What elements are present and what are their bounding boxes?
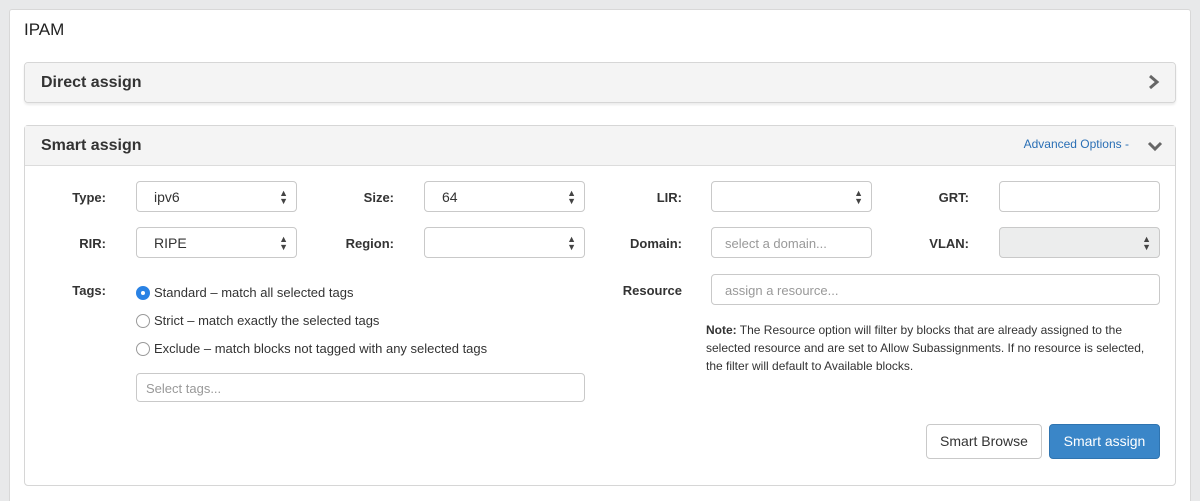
tags-label: Tags: — [72, 283, 106, 298]
rir-label: RIR: — [79, 236, 106, 251]
lir-select[interactable]: ▲ ▼ — [711, 181, 872, 212]
grt-input[interactable] — [999, 181, 1160, 212]
smart-assign-header[interactable]: Smart assign Advanced Options - — [25, 126, 1175, 166]
size-value: 64 — [442, 189, 458, 205]
resource-input[interactable]: assign a resource... — [711, 274, 1160, 305]
updown-arrows-icon: ▲ ▼ — [567, 188, 576, 206]
updown-arrows-icon: ▲ ▼ — [279, 188, 288, 206]
rir-select[interactable]: RIPE ▲ ▼ — [136, 227, 297, 258]
tag-mode-strict-label: Strict – match exactly the selected tags — [154, 313, 380, 328]
vlan-label: VLAN: — [929, 236, 969, 251]
type-value: ipv6 — [154, 189, 180, 205]
tags-placeholder: Select tags... — [146, 381, 222, 396]
updown-arrows-icon: ▲ ▼ — [854, 188, 863, 206]
radio-icon[interactable] — [136, 342, 150, 356]
resource-note: Note: The Resource option will filter by… — [706, 321, 1156, 375]
type-label: Type: — [72, 190, 106, 205]
note-prefix: Note: — [706, 323, 737, 337]
radio-selected-icon[interactable] — [136, 286, 150, 300]
type-select[interactable]: ipv6 ▲ ▼ — [136, 181, 297, 212]
updown-arrows-icon: ▲ ▼ — [279, 234, 288, 252]
region-select[interactable]: ▲ ▼ — [424, 227, 585, 258]
resource-label: Resource — [622, 283, 682, 298]
smart-assign-title: Smart assign — [41, 137, 142, 154]
direct-assign-header[interactable]: Direct assign — [25, 63, 1175, 102]
chevron-down-icon[interactable] — [1147, 140, 1163, 152]
tag-mode-standard-label: Standard – match all selected tags — [154, 285, 354, 300]
advanced-options-link[interactable]: Advanced Options - — [1024, 137, 1129, 151]
resource-placeholder: assign a resource... — [725, 283, 839, 298]
vlan-select[interactable]: ▲ ▼ — [999, 227, 1160, 258]
lir-label: LIR: — [656, 190, 682, 205]
tag-mode-exclude-label: Exclude – match blocks not tagged with a… — [154, 341, 488, 356]
page-title: IPAM — [24, 20, 65, 39]
tag-mode-strict[interactable]: Strict – match exactly the selected tags — [136, 313, 379, 328]
rir-value: RIPE — [154, 235, 187, 251]
domain-input[interactable]: select a domain... — [711, 227, 872, 258]
domain-placeholder: select a domain... — [725, 236, 827, 251]
tag-mode-exclude[interactable]: Exclude – match blocks not tagged with a… — [136, 341, 487, 356]
direct-assign-panel[interactable]: Direct assign — [24, 62, 1176, 103]
grt-label: GRT: — [938, 190, 969, 205]
updown-arrows-icon: ▲ ▼ — [1142, 234, 1151, 252]
size-select[interactable]: 64 ▲ ▼ — [424, 181, 585, 212]
smart-assign-button[interactable]: Smart assign — [1049, 424, 1160, 459]
updown-arrows-icon: ▲ ▼ — [567, 234, 576, 252]
size-label: Size: — [363, 190, 394, 205]
chevron-right-icon[interactable] — [1147, 74, 1161, 90]
direct-assign-title: Direct assign — [41, 74, 142, 91]
tag-mode-standard[interactable]: Standard – match all selected tags — [136, 285, 353, 300]
radio-icon[interactable] — [136, 314, 150, 328]
note-text: The Resource option will filter by block… — [706, 323, 1145, 373]
domain-label: Domain: — [630, 236, 682, 251]
smart-browse-button[interactable]: Smart Browse — [926, 424, 1042, 459]
region-label: Region: — [345, 236, 394, 251]
tags-input[interactable]: Select tags... — [136, 373, 585, 402]
